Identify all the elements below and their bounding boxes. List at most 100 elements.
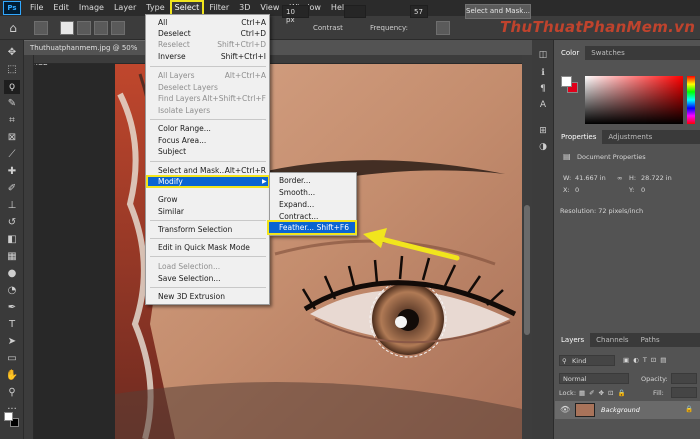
info-icon[interactable]: ℹ <box>538 68 548 78</box>
menu-item-all[interactable]: All Ctrl+A <box>158 17 266 28</box>
hue-slider[interactable] <box>687 76 695 124</box>
tab-swatches[interactable]: Swatches <box>585 46 630 60</box>
quick-selection-tool-icon[interactable]: ✎ <box>4 97 20 111</box>
canvas-scroll-thumb[interactable] <box>524 205 530 335</box>
select-dropdown-menu: All Ctrl+A Deselect Ctrl+D Reselect Shift+C… <box>145 14 270 305</box>
layer-filter-field[interactable]: ⚲ Kind <box>559 355 615 366</box>
menu-item-expand[interactable]: Expand... <box>279 199 354 210</box>
menu-layer[interactable]: Layer <box>109 0 141 16</box>
tab-channels[interactable]: Channels <box>590 333 634 347</box>
gradient-tool-icon[interactable]: ▦ <box>4 250 20 264</box>
fill-field[interactable] <box>671 387 697 398</box>
subtract-selection-icon[interactable] <box>94 20 108 35</box>
paragraph-icon[interactable]: ¶ <box>538 84 548 94</box>
path-selection-tool-icon[interactable]: ➤ <box>4 335 20 349</box>
y-value[interactable]: 0 <box>641 186 645 194</box>
opacity-field[interactable] <box>671 373 697 384</box>
menu-item-transform-selection[interactable]: Transform Selection <box>158 224 266 235</box>
menu-item-focus-area[interactable]: Focus Area... <box>158 135 266 146</box>
menu-item-similar[interactable]: Similar <box>158 206 266 217</box>
tab-layers[interactable]: Layers <box>555 333 591 347</box>
healing-brush-tool-icon[interactable]: ✚ <box>4 165 20 179</box>
pen-pressure-icon[interactable] <box>436 21 450 35</box>
zoom-tool-icon[interactable]: ⚲ <box>4 386 20 400</box>
height-label: H: <box>629 174 637 182</box>
character-icon[interactable]: A <box>538 100 548 110</box>
contrast-field[interactable] <box>344 5 366 18</box>
move-tool-icon[interactable]: ✥ <box>4 46 20 60</box>
layer-filter-icons[interactable]: ▣◐T⊡▤ <box>623 356 670 364</box>
add-selection-icon[interactable] <box>77 20 91 35</box>
color-picker-field[interactable] <box>585 76 683 124</box>
panel-foreground-swatch[interactable] <box>561 76 572 87</box>
adjustments-icon[interactable]: ◑ <box>538 142 548 152</box>
menu-image[interactable]: Image <box>74 0 109 16</box>
intersect-selection-icon[interactable] <box>111 20 125 35</box>
tab-properties[interactable]: Properties <box>555 130 603 144</box>
menu-item-isolate-layers[interactable]: Isolate Layers <box>158 105 266 116</box>
menu-item-deselect-layers[interactable]: Deselect Layers <box>158 82 266 93</box>
layer-row-background[interactable]: 👁 Background 🔒 <box>555 401 700 419</box>
width-value[interactable]: 41.667 in <box>575 174 606 182</box>
rectangle-tool-icon[interactable]: ▭ <box>4 352 20 366</box>
libraries-icon[interactable]: ⊞ <box>538 126 548 136</box>
lasso-tool-icon[interactable]: ϙ <box>4 80 20 94</box>
x-value[interactable]: 0 <box>575 186 579 194</box>
menu-item-color-range[interactable]: Color Range... <box>158 123 266 134</box>
eye-visibility-icon[interactable]: 👁 <box>560 405 570 414</box>
menu-item-load-selection[interactable]: Load Selection... <box>158 261 266 272</box>
lock-icons[interactable]: ▦✐✥⊡🔒 <box>579 389 630 397</box>
menu-item-reselect[interactable]: Reselect Shift+Ctrl+D <box>158 39 266 50</box>
frame-tool-icon[interactable]: ⊠ <box>4 131 20 145</box>
menu-item-grow[interactable]: Grow <box>158 194 266 205</box>
tab-paths[interactable]: Paths <box>635 333 666 347</box>
home-icon[interactable]: ⌂ <box>6 21 20 35</box>
watermark-logo: ThuThuatPhanMem.vn <box>500 18 696 36</box>
clone-stamp-tool-icon[interactable]: ⊥ <box>4 199 20 213</box>
eyedropper-tool-icon[interactable]: ⟋ <box>4 148 20 162</box>
x-label: X: <box>563 186 570 194</box>
tab-color[interactable]: Color <box>555 46 586 60</box>
width-field[interactable]: 10 px <box>282 5 309 24</box>
menu-item-quick-mask[interactable]: Edit in Quick Mask Mode <box>158 242 266 253</box>
brush-tool-icon[interactable]: ✐ <box>4 182 20 196</box>
tab-adjustments[interactable]: Adjustments <box>602 130 658 144</box>
pen-tool-icon[interactable]: ✒ <box>4 301 20 315</box>
menu-item-feather[interactable]: Feather... Shift+F6 <box>279 222 349 233</box>
blur-tool-icon[interactable]: ● <box>4 267 20 281</box>
dodge-tool-icon[interactable]: ◔ <box>4 284 20 298</box>
height-value[interactable]: 28.722 in <box>641 174 672 182</box>
menu-item-smooth[interactable]: Smooth... <box>279 187 354 198</box>
lock-icon: 🔒 <box>685 405 694 413</box>
history-brush-tool-icon[interactable]: ↺ <box>4 216 20 230</box>
menu-item-border[interactable]: Border... <box>279 175 354 186</box>
menu-item-save-selection[interactable]: Save Selection... <box>158 273 266 284</box>
hand-tool-icon[interactable]: ✋ <box>4 369 20 383</box>
tool-preset-icon[interactable] <box>34 20 48 35</box>
frequency-field[interactable]: 57 <box>410 5 428 18</box>
menu-item-new-3d-extrusion[interactable]: New 3D Extrusion <box>158 291 266 302</box>
foreground-color-swatch[interactable] <box>4 412 13 421</box>
marquee-tool-icon[interactable]: ⬚ <box>4 63 20 77</box>
menu-item-subject[interactable]: Subject <box>158 146 266 157</box>
layer-filter-kind: Kind <box>572 357 587 365</box>
menu-item-find-layers[interactable]: Find Layers Alt+Shift+Ctrl+F <box>158 93 266 104</box>
menu-item-modify[interactable]: Modify <box>158 176 266 187</box>
document-properties-icon: ▤ <box>563 152 571 161</box>
new-selection-icon[interactable] <box>60 20 74 35</box>
link-icon[interactable]: ∞ <box>617 174 622 182</box>
eraser-tool-icon[interactable]: ◧ <box>4 233 20 247</box>
crop-tool-icon[interactable]: ⌗ <box>4 114 20 128</box>
menu-edit[interactable]: Edit <box>48 0 74 16</box>
menu-file[interactable]: File <box>25 0 48 16</box>
menu-item-inverse[interactable]: Inverse Shift+Ctrl+I <box>158 51 266 62</box>
menu-item-all-layers[interactable]: All Layers Alt+Ctrl+A <box>158 70 266 81</box>
history-icon[interactable]: ◫ <box>538 50 548 60</box>
type-tool-icon[interactable]: T <box>4 318 20 332</box>
document-tab[interactable]: Thuthuatphanmem.jpg @ 50% (RGB <box>24 40 152 67</box>
menu-separator <box>150 287 266 288</box>
modify-submenu: Border... Smooth... Expand... Contract..… <box>267 172 357 236</box>
select-and-mask-button[interactable]: Select and Mask... <box>465 4 531 19</box>
blend-mode-select[interactable]: Normal <box>559 373 629 384</box>
menu-item-deselect[interactable]: Deselect Ctrl+D <box>158 28 266 39</box>
